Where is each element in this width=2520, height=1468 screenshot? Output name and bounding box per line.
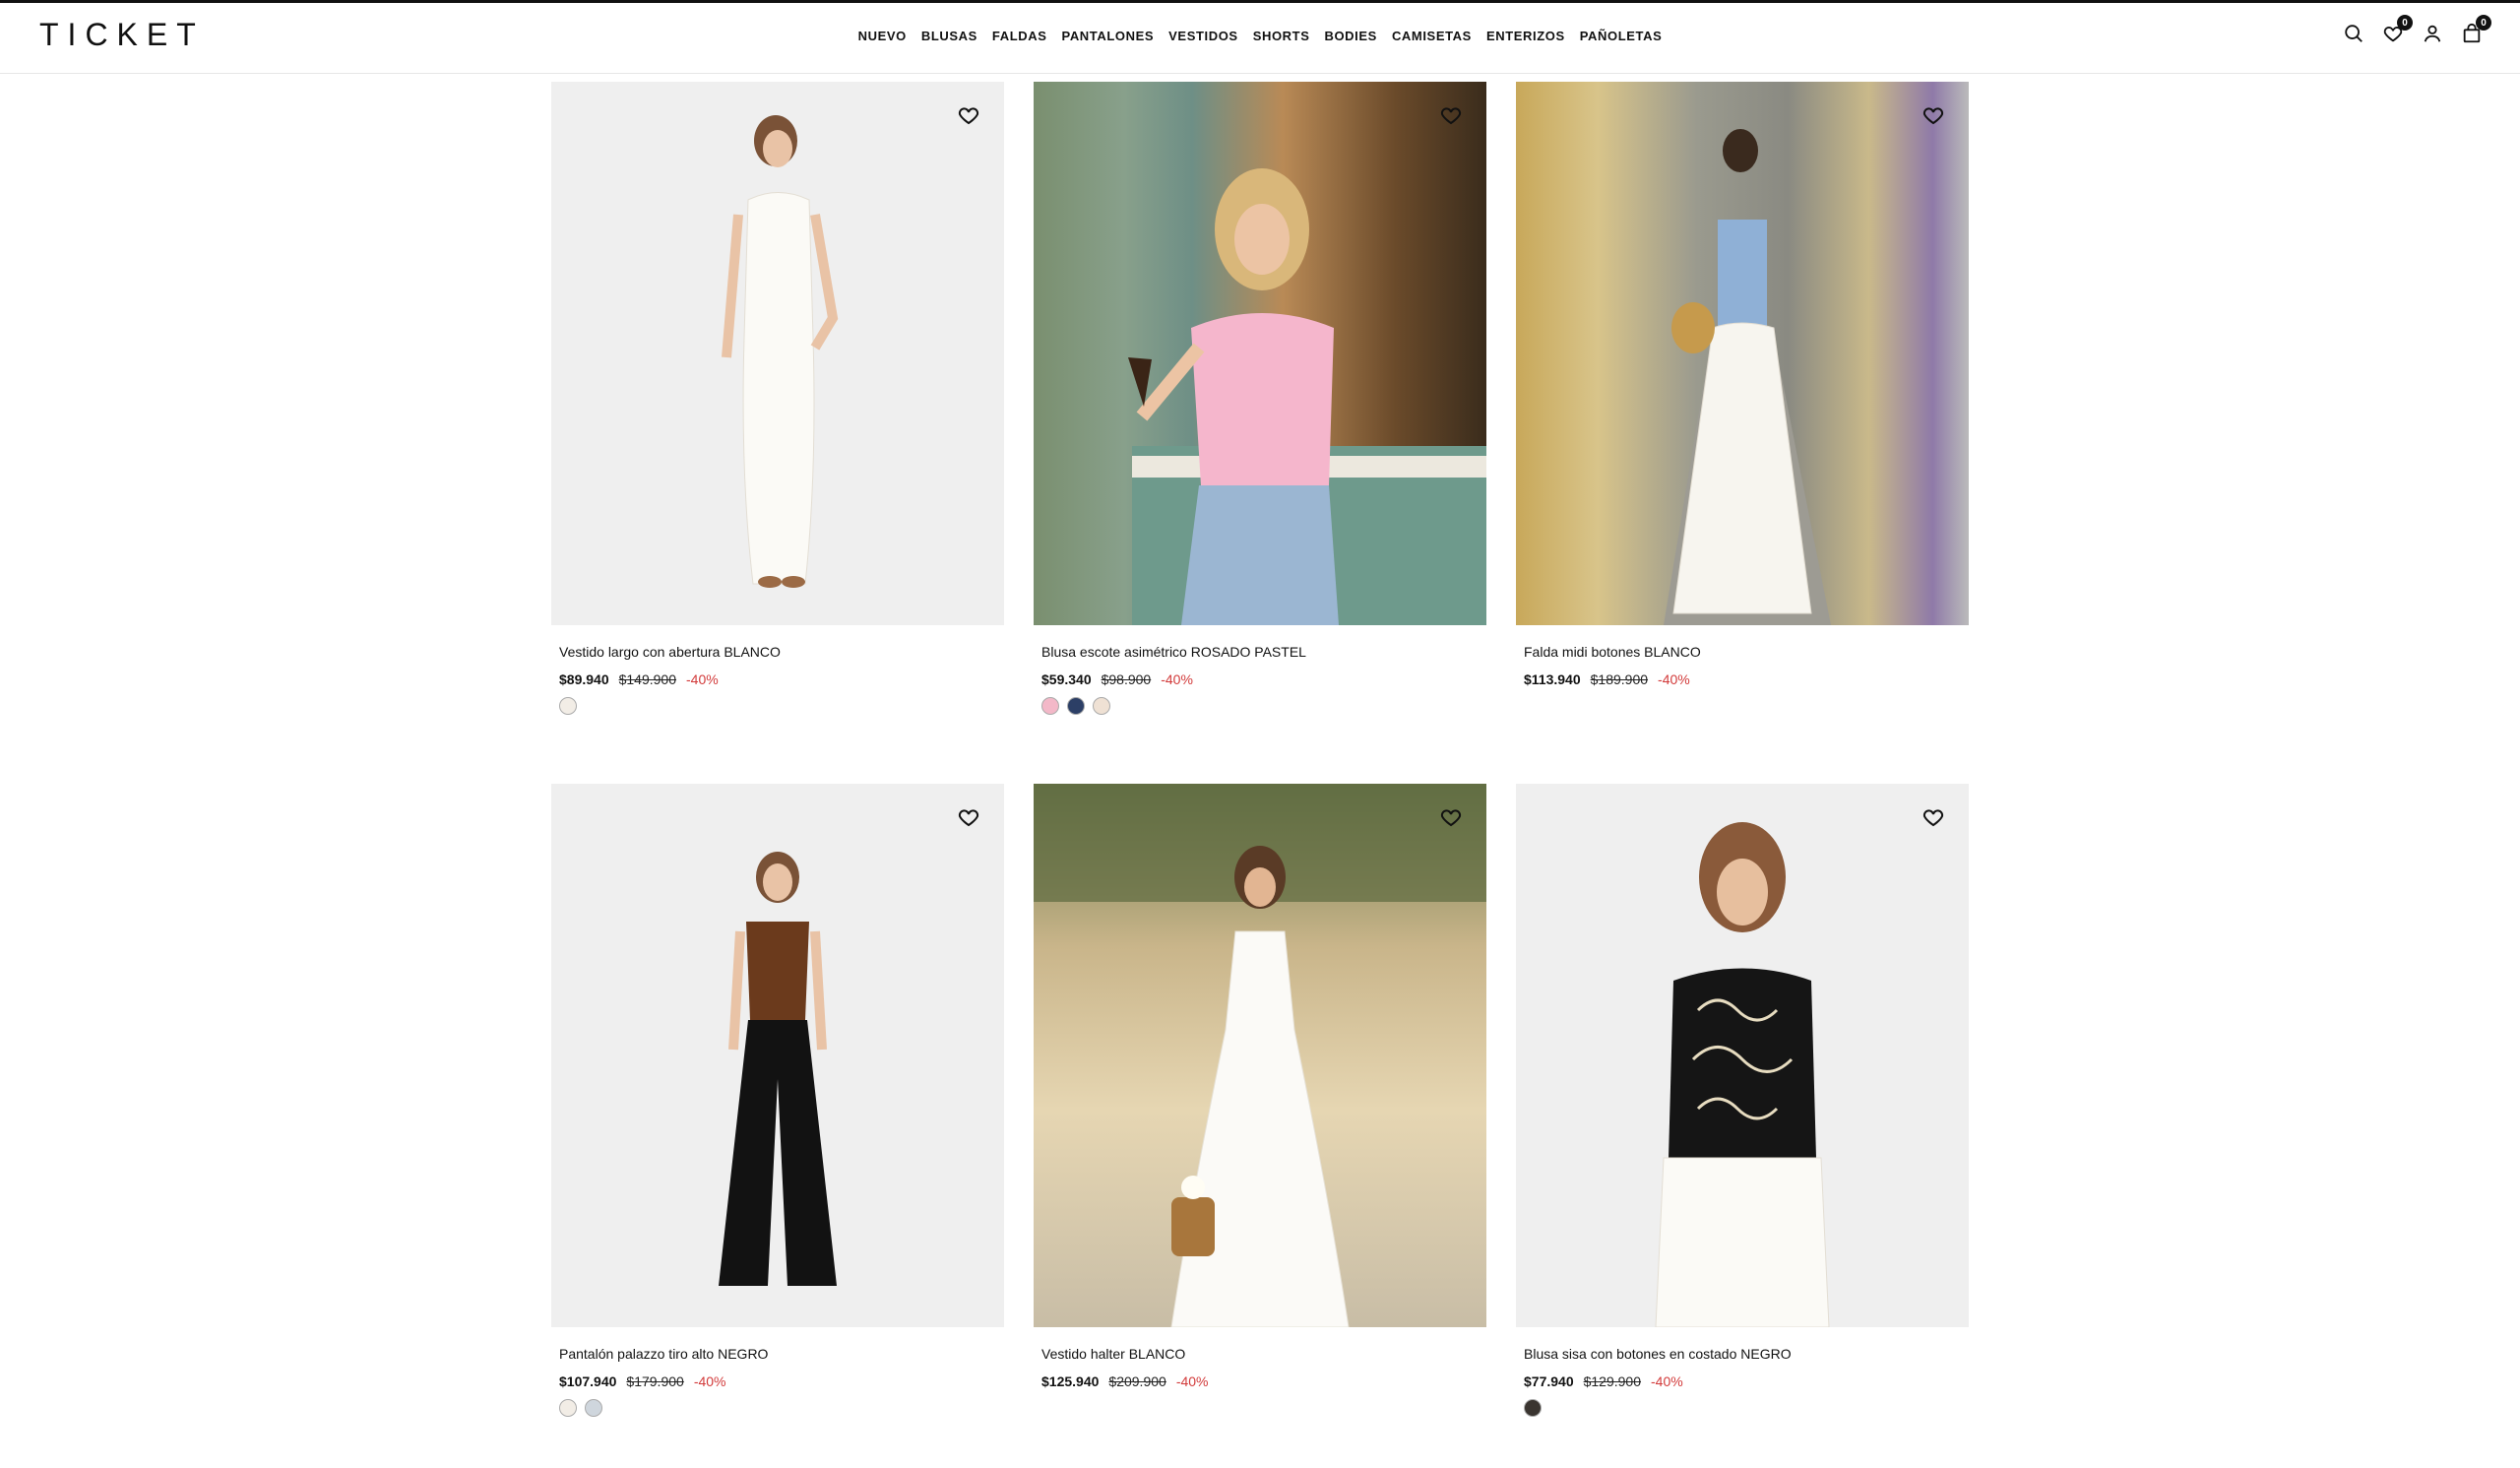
wishlist-heart-icon[interactable] [957,103,980,127]
product-image[interactable] [1034,784,1486,1327]
bag-icon[interactable]: 0 [2461,15,2491,44]
nav-item-pantalones[interactable]: PANTALONES [1062,29,1155,43]
color-swatch[interactable] [559,697,577,715]
color-swatch[interactable] [585,1399,602,1417]
wishlist-heart-icon[interactable] [957,805,980,829]
search-icon[interactable] [2343,23,2364,44]
product-image[interactable] [551,784,1004,1327]
color-swatches [1041,697,1486,715]
product-name[interactable]: Blusa sisa con botones en costado NEGRO [1524,1346,1969,1362]
sale-price: $113.940 [1524,671,1581,687]
sale-price: $125.940 [1041,1373,1100,1389]
color-swatch[interactable] [1093,697,1110,715]
user-icon[interactable] [2422,23,2443,44]
product-prices: $107.940 $179.900 -40% [559,1373,1004,1389]
product-image[interactable] [551,82,1004,625]
product-card[interactable]: Falda midi botones BLANCO $113.940 $189.… [1516,82,1969,687]
product-name[interactable]: Vestido halter BLANCO [1041,1346,1486,1362]
model-figure [1128,168,1486,625]
original-price: $209.900 [1108,1373,1166,1389]
discount-label: -40% [686,671,719,687]
color-swatch[interactable] [1067,697,1085,715]
original-price: $189.900 [1590,671,1649,687]
sale-price: $107.940 [559,1373,617,1389]
model-figure [1655,822,1830,1327]
header-actions: 0 0 [2343,15,2491,44]
wishlist-heart-icon[interactable]: 0 [2382,15,2413,44]
color-swatches [559,697,1004,715]
product-image[interactable] [1516,82,1969,625]
product-prices: $113.940 $189.900 -40% [1524,671,1969,687]
product-card[interactable]: Blusa sisa con botones en costado NEGRO … [1516,784,1969,1417]
product-prices: $77.940 $129.900 -40% [1524,1373,1969,1389]
model-figure [1664,129,1831,625]
main-nav: NUEVO BLUSAS FALDAS PANTALONES VESTIDOS … [0,29,2520,43]
color-swatch[interactable] [1041,697,1059,715]
product-prices: $125.940 $209.900 -40% [1041,1373,1486,1389]
original-price: $98.900 [1101,671,1152,687]
product-name[interactable]: Falda midi botones BLANCO [1524,644,1969,660]
nav-item-faldas[interactable]: FALDAS [992,29,1047,43]
product-name[interactable]: Vestido largo con abertura BLANCO [559,644,1004,660]
wishlist-heart-icon[interactable] [1439,103,1463,127]
color-swatches [1524,1399,1969,1417]
product-card[interactable]: Vestido largo con abertura BLANCO $89.94… [551,82,1004,715]
product-card[interactable]: Vestido halter BLANCO $125.940 $209.900 … [1034,784,1486,1389]
original-price: $179.900 [626,1373,684,1389]
original-price: $129.900 [1583,1373,1642,1389]
wishlist-count-badge: 0 [2397,15,2413,31]
product-image[interactable] [1034,82,1486,625]
product-name[interactable]: Blusa escote asimétrico ROSADO PASTEL [1041,644,1486,660]
wishlist-heart-icon[interactable] [1439,805,1463,829]
product-image[interactable] [1516,784,1969,1327]
nav-item-enterizos[interactable]: ENTERIZOS [1486,29,1565,43]
sale-price: $59.340 [1041,671,1092,687]
discount-label: -40% [1651,1373,1683,1389]
discount-label: -40% [1658,671,1690,687]
product-prices: $89.940 $149.900 -40% [559,671,1004,687]
model-figure [722,115,839,588]
color-swatch[interactable] [559,1399,577,1417]
product-prices: $59.340 $98.900 -40% [1041,671,1486,687]
wishlist-heart-icon[interactable] [1922,103,1945,127]
nav-item-nuevo[interactable]: NUEVO [858,29,907,43]
nav-item-camisetas[interactable]: CAMISETAS [1392,29,1472,43]
discount-label: -40% [693,1373,726,1389]
discount-label: -40% [1161,671,1193,687]
product-name[interactable]: Pantalón palazzo tiro alto NEGRO [559,1346,1004,1362]
nav-item-panoletas[interactable]: PAÑOLETAS [1580,29,1663,43]
color-swatch[interactable] [1524,1399,1542,1417]
site-header: TICKET NUEVO BLUSAS FALDAS PANTALONES VE… [0,3,2520,74]
discount-label: -40% [1175,1373,1209,1389]
nav-item-vestidos[interactable]: VESTIDOS [1168,29,1238,43]
product-card[interactable]: Blusa escote asimétrico ROSADO PASTEL $5… [1034,82,1486,715]
original-price: $149.900 [618,671,677,687]
model-figure [719,852,837,1286]
color-swatches [559,1399,1004,1417]
model-figure [1034,784,1486,1327]
product-card[interactable]: Pantalón palazzo tiro alto NEGRO $107.94… [551,784,1004,1417]
nav-item-bodies[interactable]: BODIES [1324,29,1376,43]
sale-price: $89.940 [559,671,609,687]
cart-count-badge: 0 [2476,15,2491,31]
nav-item-blusas[interactable]: BLUSAS [921,29,977,43]
sale-price: $77.940 [1524,1373,1574,1389]
wishlist-heart-icon[interactable] [1922,805,1945,829]
nav-item-shorts[interactable]: SHORTS [1253,29,1310,43]
